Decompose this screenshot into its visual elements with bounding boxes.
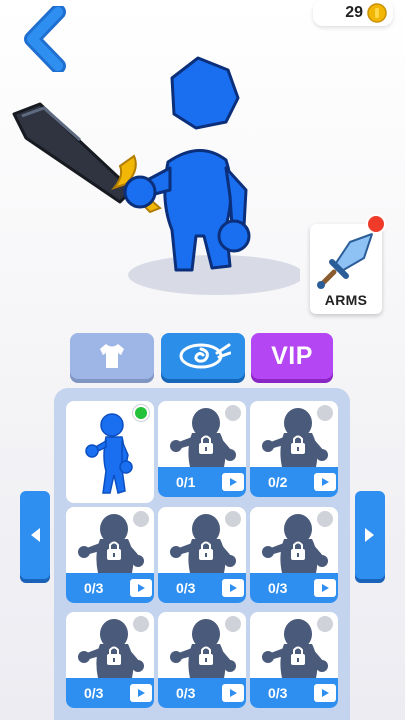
unlock-progress-bar[interactable]: 0/3 — [250, 573, 338, 603]
unlock-progress: 0/3 — [268, 685, 288, 701]
unlock-progress-bar[interactable]: 0/3 — [158, 573, 246, 603]
status-indicator — [225, 511, 241, 527]
sword-icon — [317, 233, 373, 289]
character-preview — [12, 56, 300, 295]
ninja-headband-icon — [179, 343, 231, 369]
skin-slot[interactable]: 0/1 — [158, 401, 246, 497]
status-indicator — [225, 616, 241, 632]
watch-ad-button[interactable] — [130, 579, 152, 597]
unlock-progress: 0/3 — [84, 685, 104, 701]
unlock-progress-bar[interactable]: 0/3 — [66, 573, 154, 603]
tab-ninja[interactable] — [161, 333, 245, 379]
skin-slot[interactable]: 0/3 — [158, 612, 246, 708]
watch-ad-button[interactable] — [130, 684, 152, 702]
skin-slot[interactable] — [66, 401, 154, 503]
arms-button[interactable]: ARMS — [310, 214, 386, 314]
unlock-progress: 0/3 — [268, 580, 288, 596]
watch-ad-button[interactable] — [222, 684, 244, 702]
prev-page-button[interactable] — [20, 491, 50, 579]
status-indicator — [225, 405, 241, 421]
status-indicator — [317, 616, 333, 632]
play-video-icon — [230, 689, 237, 697]
play-video-icon — [230, 478, 237, 486]
skin-slot[interactable]: 0/3 — [250, 507, 338, 603]
play-video-icon — [230, 584, 237, 592]
play-video-icon — [322, 689, 329, 697]
unlock-progress: 0/1 — [176, 474, 196, 490]
unlock-progress-bar[interactable]: 0/3 — [158, 678, 246, 708]
next-page-button[interactable] — [355, 491, 385, 579]
watch-ad-button[interactable] — [314, 684, 336, 702]
skin-slot[interactable]: 0/3 — [66, 612, 154, 708]
coin-icon — [367, 3, 387, 23]
status-indicator — [133, 616, 149, 632]
watch-ad-button[interactable] — [222, 473, 244, 491]
watch-ad-button[interactable] — [314, 473, 336, 491]
unlock-progress-bar[interactable]: 0/1 — [158, 467, 246, 497]
arrow-left-icon — [31, 528, 40, 542]
unlock-progress: 0/3 — [84, 580, 104, 596]
skin-slot[interactable]: 0/3 — [66, 507, 154, 603]
skin-slot[interactable]: 0/3 — [158, 507, 246, 603]
skin-slot[interactable]: 0/2 — [250, 401, 338, 497]
play-video-icon — [138, 584, 145, 592]
play-video-icon — [322, 478, 329, 486]
skin-slot[interactable]: 0/3 — [250, 612, 338, 708]
play-video-icon — [322, 584, 329, 592]
tab-vip[interactable]: VIP — [251, 333, 333, 379]
arrow-right-icon — [365, 528, 374, 542]
unlock-progress: 0/2 — [268, 474, 288, 490]
unlock-progress-bar[interactable]: 0/3 — [66, 678, 154, 708]
unlock-progress: 0/3 — [176, 580, 196, 596]
status-indicator — [317, 511, 333, 527]
coin-count: 29 — [345, 4, 363, 21]
unlock-progress-bar[interactable]: 0/3 — [250, 678, 338, 708]
status-indicator — [317, 405, 333, 421]
vip-label: VIP — [271, 341, 313, 370]
watch-ad-button[interactable] — [314, 579, 336, 597]
coin-counter: 29 — [313, 0, 393, 26]
arms-label: ARMS — [324, 292, 368, 308]
notification-dot — [366, 214, 386, 234]
unlock-progress-bar[interactable]: 0/2 — [250, 467, 338, 497]
tab-outfit[interactable] — [70, 333, 154, 379]
shirt-icon — [100, 344, 124, 368]
watch-ad-button[interactable] — [222, 579, 244, 597]
owned-indicator — [133, 405, 149, 421]
status-indicator — [133, 511, 149, 527]
play-video-icon — [138, 689, 145, 697]
owned-skin-figure — [85, 413, 133, 494]
unlock-progress: 0/3 — [176, 685, 196, 701]
